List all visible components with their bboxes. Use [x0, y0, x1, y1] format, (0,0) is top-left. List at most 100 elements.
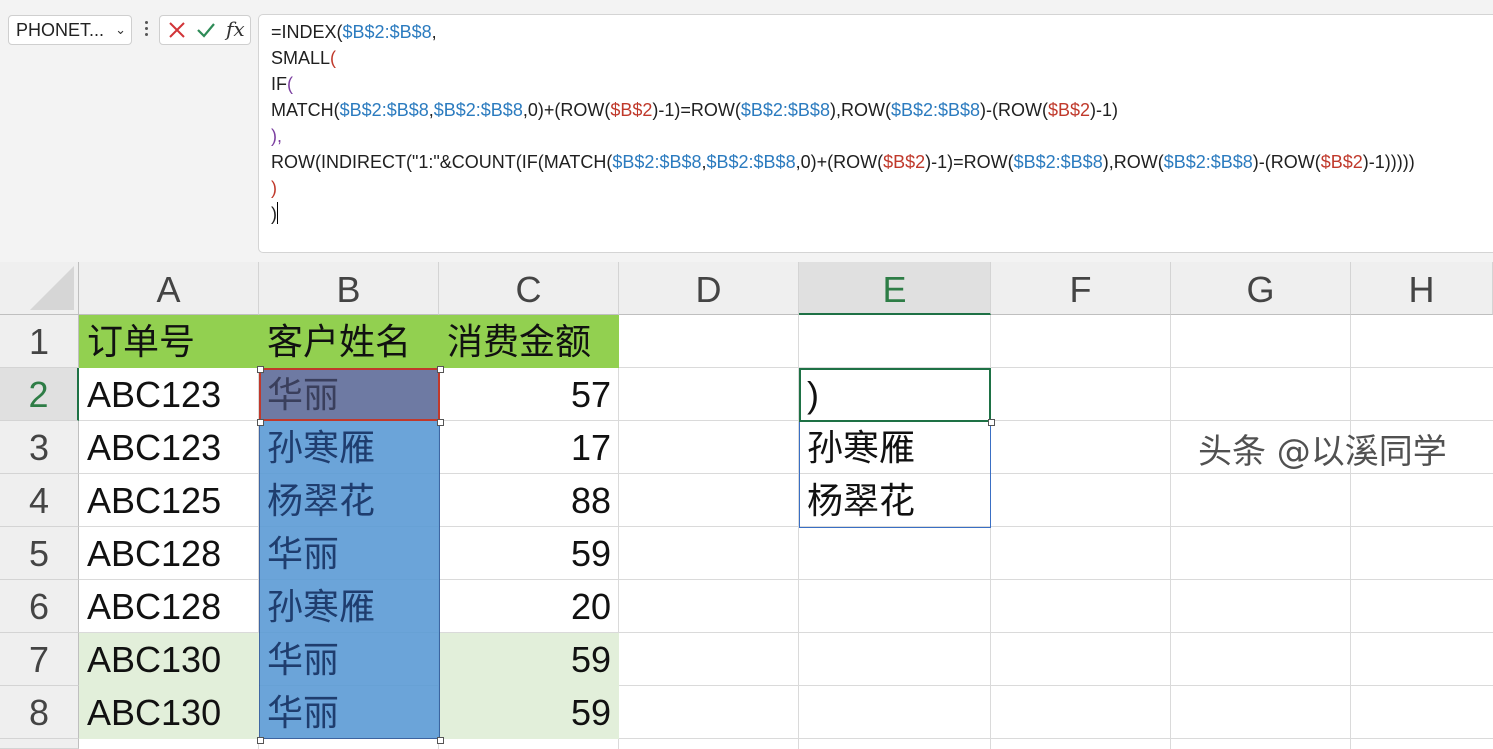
- formula-line: SMALL(: [271, 45, 1493, 71]
- header-cell[interactable]: 消费金额: [439, 315, 619, 368]
- column-header-d[interactable]: D: [619, 262, 799, 315]
- resize-handle[interactable]: [257, 366, 264, 373]
- column-header-a[interactable]: A: [79, 262, 259, 315]
- amount-cell[interactable]: 59: [439, 686, 619, 739]
- active-cell-value[interactable]: ): [799, 368, 991, 421]
- formula-token: ),ROW(: [1102, 152, 1164, 172]
- row-header-4[interactable]: 4: [0, 474, 79, 527]
- row-header-8[interactable]: 8: [0, 686, 79, 739]
- formula-token: ): [271, 178, 277, 198]
- column-header-h[interactable]: H: [1351, 262, 1493, 315]
- formula-line: ): [271, 201, 1493, 227]
- formula-input[interactable]: =INDEX($B$2:$B$8, SMALL(IF(MATCH($B$2:$B$…: [258, 14, 1493, 253]
- column-header-e[interactable]: E: [799, 262, 991, 315]
- formula-line: =INDEX($B$2:$B$8,: [271, 19, 1493, 45]
- formula-token: IF: [271, 74, 287, 94]
- row-header-partial: [0, 739, 79, 749]
- grid-vline: [1350, 315, 1351, 749]
- row-header-2[interactable]: 2: [0, 368, 79, 421]
- formula-bar-area: PHONET... ⌄ fx =INDEX($B$2:$B$8, SMALL(IF…: [0, 0, 1493, 262]
- order-id-cell[interactable]: ABC130: [79, 686, 259, 739]
- formula-line: ROW(INDIRECT("1:"&COUNT(IF(MATCH($B$2:$B…: [271, 149, 1493, 175]
- formula-token: =INDEX(: [271, 22, 343, 42]
- amount-cell[interactable]: 17: [439, 421, 619, 474]
- order-id-cell[interactable]: ABC125: [79, 474, 259, 527]
- resize-handle[interactable]: [257, 737, 264, 744]
- column-header-c[interactable]: C: [439, 262, 619, 315]
- order-id-cell[interactable]: ABC123: [79, 421, 259, 474]
- amount-cell[interactable]: 88: [439, 474, 619, 527]
- row-header-5[interactable]: 5: [0, 527, 79, 580]
- formula-token: $B$2:$B$8: [1013, 152, 1103, 172]
- header-cell[interactable]: 订单号: [79, 315, 259, 368]
- formula-token: )-1)=ROW(: [652, 100, 741, 120]
- amount-cell[interactable]: 57: [439, 368, 619, 421]
- formula-token: ,0)+(ROW(: [522, 100, 611, 120]
- column-header-b[interactable]: B: [259, 262, 439, 315]
- row-header-7[interactable]: 7: [0, 633, 79, 686]
- formula-token: ,0)+(ROW(: [795, 152, 884, 172]
- formula-buttons: fx: [159, 15, 251, 45]
- resize-handle[interactable]: [437, 737, 444, 744]
- customer-name-cell[interactable]: 华丽: [259, 368, 439, 421]
- row-header-6[interactable]: 6: [0, 580, 79, 633]
- text-caret: [277, 202, 278, 224]
- formula-token: $B$2: [883, 152, 926, 172]
- customer-name-cell[interactable]: 华丽: [259, 633, 439, 686]
- formula-token: ),ROW(: [829, 100, 891, 120]
- chevron-down-icon[interactable]: ⌄: [115, 16, 126, 44]
- formula-token: SMALL: [271, 48, 331, 68]
- column-header-g[interactable]: G: [1171, 262, 1351, 315]
- customer-name-cell[interactable]: 孙寒雁: [259, 421, 439, 474]
- cancel-icon[interactable]: [168, 21, 186, 39]
- customer-name-cell[interactable]: 华丽: [259, 686, 439, 739]
- formula-line: ): [271, 175, 1493, 201]
- formula-line: IF(: [271, 71, 1493, 97]
- watermark: 头条 @以溪同学: [1198, 432, 1447, 472]
- formula-token: $B$2: [1320, 152, 1363, 172]
- grid-vline: [1170, 315, 1171, 749]
- formula-token: $B$2:$B$8: [740, 100, 830, 120]
- amount-cell[interactable]: 59: [439, 527, 619, 580]
- resize-handle[interactable]: [257, 419, 264, 426]
- select-all-corner[interactable]: [0, 262, 79, 315]
- formula-token: $B$2:$B$8: [339, 100, 429, 120]
- name-box-value: PHONET...: [16, 20, 105, 40]
- spreadsheet-grid: ABCDEFGH 12345678 订单号 客户姓名 消费金额 ABC123 57 ABC…: [0, 262, 1493, 749]
- order-id-cell[interactable]: ABC128: [79, 580, 259, 633]
- order-id-cell[interactable]: ABC128: [79, 527, 259, 580]
- formula-token: )-1): [1090, 100, 1119, 120]
- amount-cell[interactable]: 59: [439, 633, 619, 686]
- formula-token: $B$2: [1047, 100, 1091, 120]
- formula-token: $B$2:$B$8: [890, 100, 981, 120]
- more-options-icon[interactable]: [140, 18, 152, 42]
- column-header-f[interactable]: F: [991, 262, 1171, 315]
- formula-token: $B$2:$B$8: [342, 22, 432, 42]
- order-id-cell[interactable]: ABC123: [79, 368, 259, 421]
- name-box[interactable]: PHONET... ⌄: [8, 15, 132, 45]
- row-header-3[interactable]: 3: [0, 421, 79, 474]
- resize-handle[interactable]: [437, 366, 444, 373]
- row-header-1[interactable]: 1: [0, 315, 79, 368]
- customer-name-cell[interactable]: 孙寒雁: [259, 580, 439, 633]
- formula-token: )-1))))): [1362, 152, 1415, 172]
- formula-token: $B$2:$B$8: [612, 152, 702, 172]
- formula-token: (: [330, 48, 337, 68]
- order-id-cell[interactable]: ABC130: [79, 633, 259, 686]
- enter-check-icon[interactable]: [196, 21, 216, 39]
- formula-token: (: [287, 74, 293, 94]
- formula-token: ,: [431, 22, 437, 42]
- customer-name-cell[interactable]: 杨翠花: [259, 474, 439, 527]
- formula-token: ROW(INDIRECT("1:"&COUNT(IF(MATCH(: [271, 152, 613, 172]
- resize-handle[interactable]: [437, 419, 444, 426]
- customer-name-cell[interactable]: 华丽: [259, 527, 439, 580]
- spill-value-cell[interactable]: 孙寒雁: [799, 421, 991, 474]
- header-cell[interactable]: 客户姓名: [259, 315, 439, 368]
- insert-function-icon[interactable]: fx: [226, 17, 245, 41]
- amount-cell[interactable]: 20: [439, 580, 619, 633]
- resize-handle[interactable]: [988, 419, 995, 426]
- formula-token: ),: [271, 126, 282, 146]
- formula-token: $B$2: [610, 100, 653, 120]
- formula-line: MATCH($B$2:$B$8,$B$2:$B$8,0)+(ROW($B$2)-…: [271, 97, 1493, 123]
- spill-value-cell[interactable]: 杨翠花: [799, 474, 991, 527]
